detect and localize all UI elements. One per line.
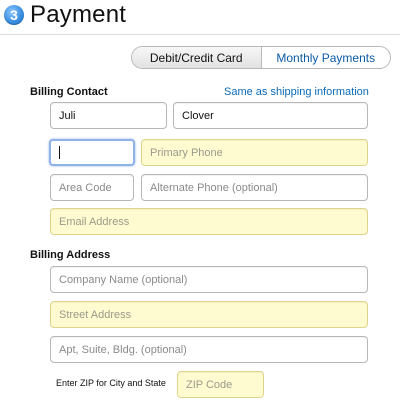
last-name-value: Clover — [182, 109, 214, 122]
primary-phone-field[interactable]: Primary Phone — [141, 139, 368, 166]
first-name-value: Juli — [59, 109, 76, 122]
tab-monthly-payments[interactable]: Monthly Payments — [261, 47, 390, 68]
primary-phone-placeholder: Primary Phone — [150, 146, 223, 159]
billing-address-label: Billing Address — [30, 249, 111, 261]
apt-suite-placeholder: Apt, Suite, Bldg. (optional) — [59, 343, 187, 356]
street-address-placeholder: Street Address — [59, 308, 132, 321]
primary-area-code-field[interactable] — [49, 139, 135, 166]
email-placeholder: Email Address — [59, 215, 130, 228]
billing-contact-label: Billing Contact — [30, 86, 108, 98]
email-field[interactable]: Email Address — [50, 208, 368, 235]
header-divider — [0, 34, 400, 35]
alternate-area-code-field[interactable]: Area Code — [50, 174, 134, 201]
first-name-field[interactable]: Juli — [50, 102, 167, 129]
text-cursor — [59, 146, 60, 159]
alternate-phone-field[interactable]: Alternate Phone (optional) — [141, 174, 368, 201]
zip-code-placeholder: ZIP Code — [186, 378, 233, 391]
street-address-field[interactable]: Street Address — [50, 301, 368, 328]
page-title: Payment — [30, 1, 127, 28]
payment-method-toggle: Debit/Credit Card Monthly Payments — [131, 46, 391, 69]
last-name-field[interactable]: Clover — [173, 102, 368, 129]
zip-code-field[interactable]: ZIP Code — [177, 371, 264, 398]
apt-suite-field[interactable]: Apt, Suite, Bldg. (optional) — [50, 336, 368, 363]
company-name-field[interactable]: Company Name (optional) — [50, 266, 368, 293]
payment-page: 3 Payment Debit/Credit Card Monthly Paym… — [0, 0, 400, 400]
step-number-badge: 3 — [4, 5, 24, 25]
alternate-phone-placeholder: Alternate Phone (optional) — [150, 181, 278, 194]
area-code-placeholder: Area Code — [59, 181, 112, 194]
same-as-shipping-link[interactable]: Same as shipping information — [224, 86, 369, 98]
company-name-placeholder: Company Name (optional) — [59, 273, 188, 286]
tab-debit-credit-card[interactable]: Debit/Credit Card — [132, 47, 262, 68]
zip-instruction-label: Enter ZIP for City and State — [56, 378, 166, 388]
section-header: 3 Payment — [4, 0, 126, 30]
